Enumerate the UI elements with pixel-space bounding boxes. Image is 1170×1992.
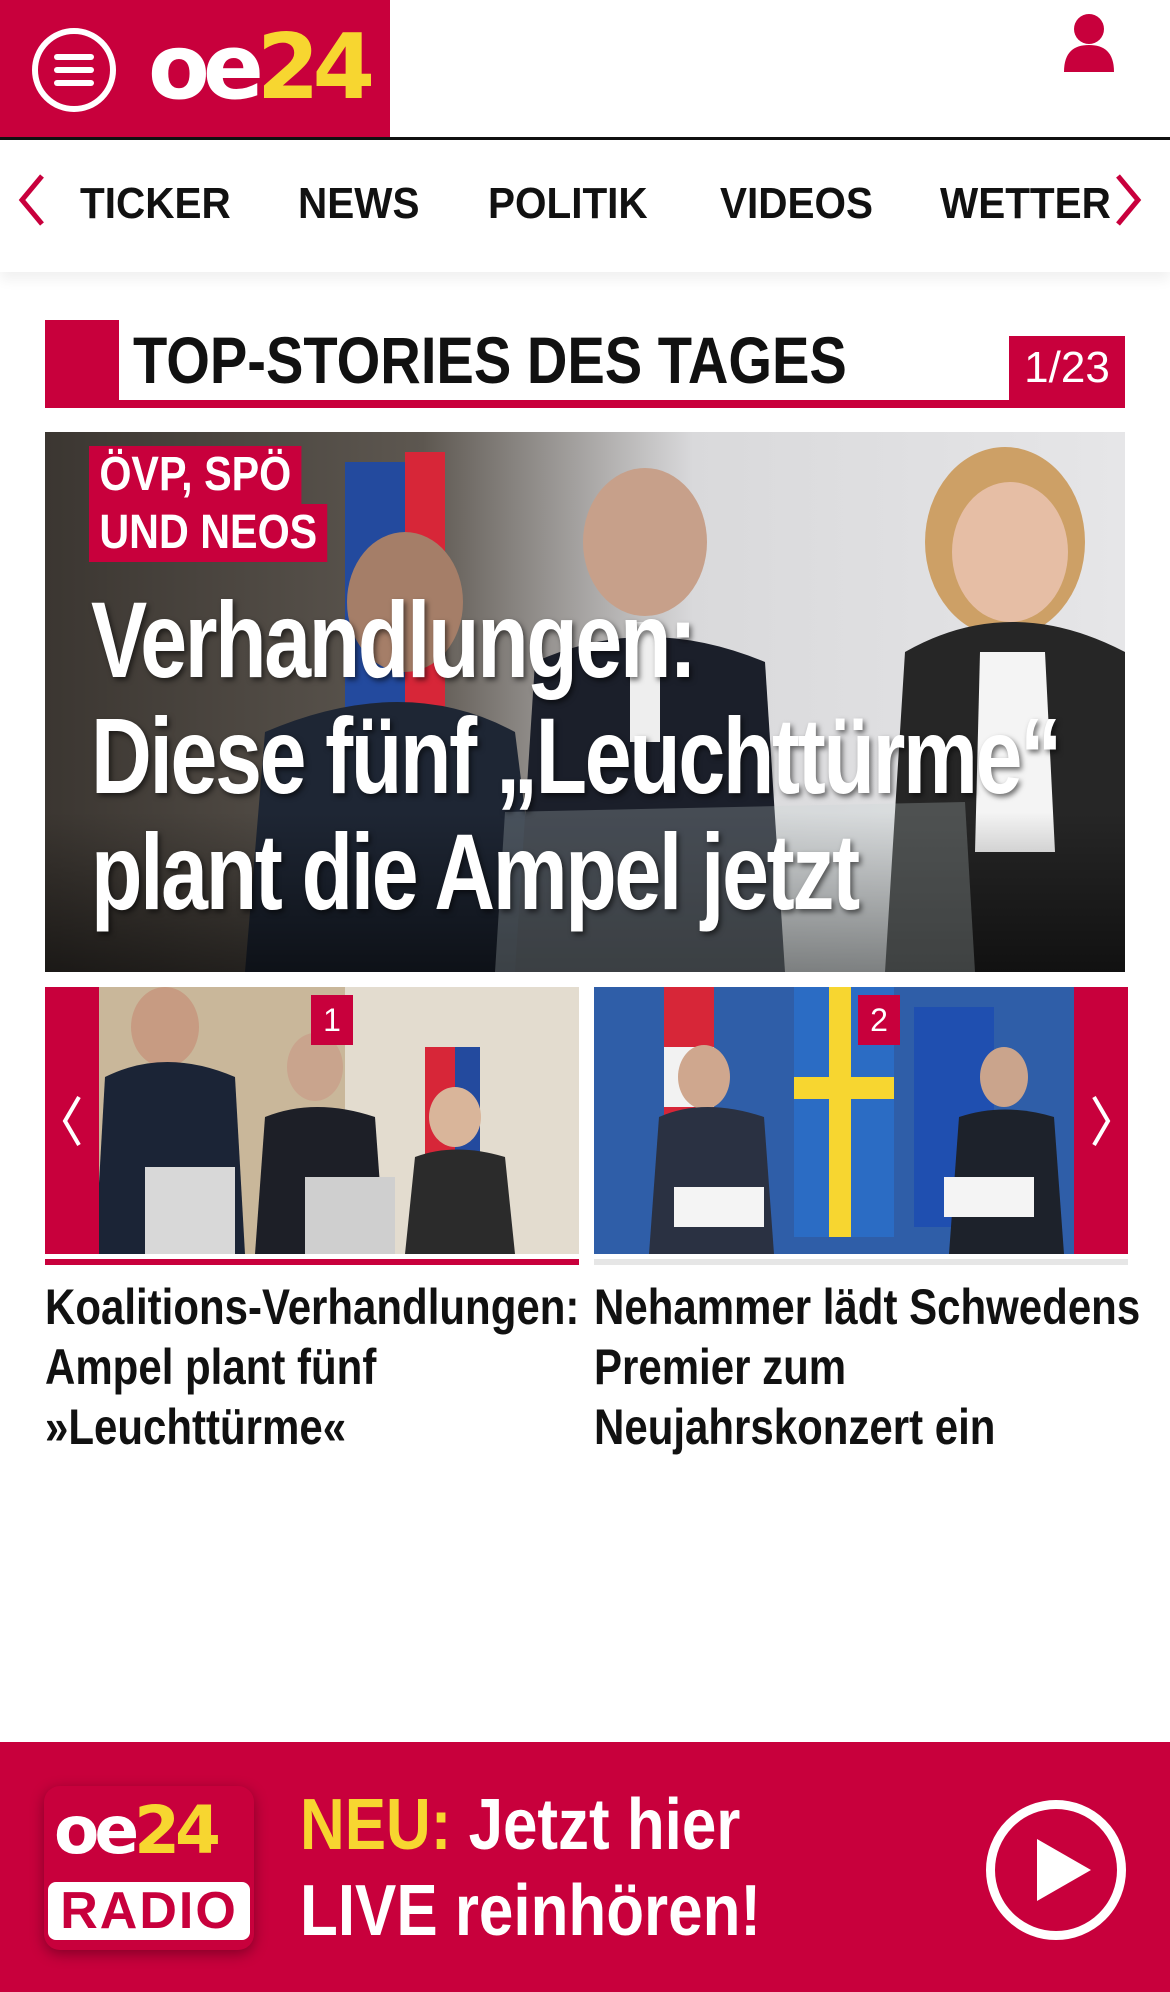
card-headline-line: »Leuchttürme« <box>45 1399 347 1455</box>
radio-new-label: NEU: <box>300 1785 452 1865</box>
heading-underline <box>45 400 1125 408</box>
radio-promo-line1: Jetzt hier <box>451 1785 741 1865</box>
card-headline-line: Ampel plant fünf <box>45 1339 377 1395</box>
hero-headline-line: plant die Ampel jetzt <box>91 811 860 932</box>
story-carousel: 1 Koalitions-Verhandlungen: Ampel plant … <box>45 987 1140 1455</box>
card-number-badge: 1 <box>311 995 353 1045</box>
carousel-next-button[interactable] <box>1074 987 1128 1254</box>
nav-item-videos[interactable]: VIDEOS <box>720 178 873 230</box>
hero-story[interactable]: ÖVP, SPÖ UND NEOS Verhandlungen: Diese f… <box>45 432 1125 972</box>
logo-oe: oe <box>148 15 264 120</box>
chevron-right-icon <box>1116 174 1142 226</box>
card-headline: Koalitions-Verhandlungen: Ampel plant fü… <box>45 1277 580 1457</box>
card-headline-line: Premier zum <box>594 1339 847 1395</box>
radio-promo-text: NEU: Jetzt hier LIVE reinhören! <box>300 1782 761 1954</box>
menu-icon <box>54 67 94 73</box>
nav-scroll-right-button[interactable] <box>1110 170 1146 230</box>
nav-item-wetter[interactable]: WETTER <box>940 178 1111 230</box>
radio-logo-wordmark: oe24 <box>54 1790 221 1872</box>
radio-logo-label: RADIO <box>48 1882 250 1940</box>
brand-block: oe24 <box>0 0 390 137</box>
story-counter: 1/23 <box>1009 336 1125 400</box>
radio-logo-24: 24 <box>134 1792 221 1869</box>
user-icon <box>1064 14 1114 72</box>
section-title: TOP-STORIES DES TAGES <box>133 323 847 397</box>
radio-promo-line2: LIVE reinhören! <box>300 1871 762 1951</box>
card-number-badge: 2 <box>858 995 900 1045</box>
menu-button[interactable] <box>32 28 116 112</box>
heading-accent <box>45 320 119 408</box>
hero-kicker-line: ÖVP, SPÖ <box>89 446 302 504</box>
hero-headline-line: Diese fünf „Leuchttürme“ <box>91 695 1062 816</box>
card-active-indicator <box>45 1259 579 1265</box>
card-indicator <box>594 1259 1128 1265</box>
carousel-prev-button[interactable] <box>45 987 99 1254</box>
nav-scroll-left-button[interactable] <box>14 170 50 230</box>
radio-play-button[interactable] <box>986 1800 1126 1940</box>
menu-icon <box>54 54 94 60</box>
category-nav: TICKER NEWS POLITIK VIDEOS WETTER <box>0 140 1170 272</box>
nav-item-ticker[interactable]: TICKER <box>80 178 231 230</box>
site-header: oe24 <box>0 0 1170 140</box>
radio-banner[interactable]: oe24 RADIO NEU: Jetzt hier LIVE reinhöre… <box>0 1742 1170 1992</box>
menu-icon <box>54 80 94 86</box>
card-headline-line: Nehammer lädt Schwedens <box>594 1279 1141 1335</box>
radio-logo: oe24 RADIO <box>44 1786 254 1950</box>
radio-promo-line: NEU: Jetzt hier <box>300 1782 761 1868</box>
card-headline-line: Neujahrskonzert ein <box>594 1399 996 1455</box>
card-image: 2 <box>594 987 1128 1254</box>
card-headline-line: Koalitions-Verhandlungen: <box>45 1279 580 1335</box>
hero-headline: Verhandlungen: Diese fünf „Leuchttürme“ … <box>91 579 1062 932</box>
nav-item-news[interactable]: NEWS <box>298 178 419 230</box>
card-headline: Nehammer lädt Schwedens Premier zum Neuj… <box>594 1277 1141 1457</box>
radio-logo-oe: oe <box>54 1792 139 1869</box>
logo-24: 24 <box>256 15 375 120</box>
top-stories-heading: TOP-STORIES DES TAGES 1/23 <box>45 320 1125 408</box>
hero-kicker-line: UND NEOS <box>89 504 328 562</box>
site-logo[interactable]: oe24 <box>148 15 375 120</box>
hero-headline-line: Verhandlungen: <box>91 579 697 700</box>
card-image: 1 <box>45 987 579 1254</box>
user-account-button[interactable] <box>1062 12 1116 74</box>
nav-item-politik[interactable]: POLITIK <box>488 178 648 230</box>
hero-kicker: ÖVP, SPÖ UND NEOS <box>89 446 366 562</box>
chevron-right-icon <box>1092 1095 1111 1147</box>
chevron-left-icon <box>18 174 44 226</box>
play-icon <box>1037 1839 1091 1901</box>
chevron-left-icon <box>62 1095 81 1147</box>
